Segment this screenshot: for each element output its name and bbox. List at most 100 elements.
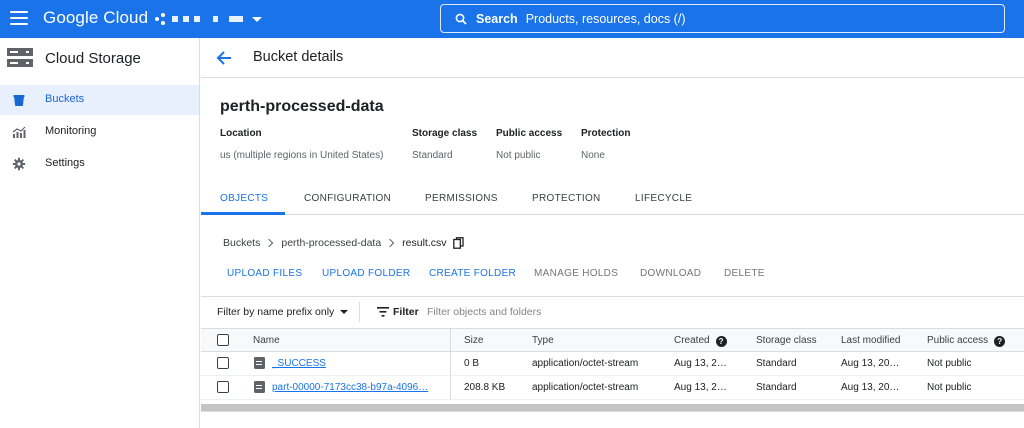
divider	[359, 302, 360, 322]
object-name-link[interactable]: part-00000-7173cc38-b97a-4096…	[272, 382, 442, 393]
bucket-name: perth-processed-data	[220, 98, 384, 115]
main-content: Bucket details perth-processed-data Loca…	[201, 38, 1024, 428]
chevron-right-icon	[385, 238, 395, 248]
sidebar-item-label: Monitoring	[45, 125, 97, 137]
product-title: Cloud Storage	[45, 49, 141, 67]
upload-files-button[interactable]: UPLOAD FILES	[227, 268, 302, 279]
filter-icon	[377, 307, 389, 317]
column-header-storage-class[interactable]: Storage class	[756, 335, 817, 346]
table-header: Name Size Type Created? Storage class La…	[201, 328, 1024, 352]
file-icon	[254, 381, 265, 393]
copy-icon[interactable]	[452, 237, 464, 249]
meta-public-access: Public access Not public	[496, 128, 562, 161]
chevron-down-icon	[252, 16, 262, 22]
main-menu-icon[interactable]	[10, 11, 28, 25]
help-icon[interactable]: ?	[994, 336, 1006, 347]
sidebar-item-label: Buckets	[45, 93, 85, 105]
object-storage-class: Standard	[756, 382, 797, 393]
column-header-created[interactable]: Created?	[674, 335, 727, 347]
meta-value: us (multiple regions in United States)	[220, 150, 384, 161]
column-header-last-modified[interactable]: Last modified	[841, 335, 900, 346]
table-row: part-00000-7173cc38-b97a-4096… 208.8 KB …	[201, 376, 1024, 400]
help-icon[interactable]: ?	[715, 336, 727, 347]
objects-table: Name Size Type Created? Storage class La…	[201, 328, 1024, 400]
project-picker[interactable]	[155, 10, 262, 28]
object-created: Aug 13, 2…	[674, 382, 727, 393]
column-divider	[450, 329, 451, 351]
select-all-checkbox[interactable]	[217, 334, 229, 346]
object-name-link[interactable]: _SUCCESS	[272, 358, 326, 369]
search-label: Search	[476, 11, 518, 26]
column-header-public-access-label: Public access	[927, 335, 989, 346]
meta-key: Public access	[496, 128, 563, 139]
object-type: application/octet-stream	[532, 358, 639, 369]
meta-value: None	[581, 150, 605, 161]
row-checkbox[interactable]	[217, 357, 229, 369]
table-row: _SUCCESS 0 B application/octet-stream Au…	[201, 352, 1024, 376]
sidebar-item-label: Settings	[45, 157, 85, 169]
sidebar-item-monitoring[interactable]: Monitoring	[0, 117, 199, 147]
upload-folder-button[interactable]: UPLOAD FOLDER	[322, 268, 410, 279]
left-navigation: Cloud Storage Buckets Monitoring Setting…	[0, 38, 200, 428]
filter-label: Filter	[393, 306, 419, 318]
search-placeholder: Products, resources, docs (/)	[525, 11, 686, 26]
breadcrumb-buckets[interactable]: Buckets	[223, 237, 260, 249]
column-header-size[interactable]: Size	[464, 335, 483, 346]
project-icon	[155, 13, 167, 25]
tab-configuration[interactable]: CONFIGURATION	[304, 193, 391, 204]
tab-lifecycle[interactable]: LIFECYCLE	[635, 193, 692, 204]
column-header-public-access[interactable]: Public access?	[927, 335, 1006, 347]
breadcrumb: Buckets perth-processed-data result.csv	[223, 237, 464, 249]
prefix-filter-dropdown[interactable]: Filter by name prefix only	[217, 306, 349, 318]
filter-bar: Filter by name prefix only Filter	[201, 296, 1024, 326]
column-header-name[interactable]: Name	[253, 335, 280, 346]
dropdown-arrow-icon	[340, 310, 349, 314]
filter-input[interactable]	[427, 303, 727, 321]
object-actions-toolbar: UPLOAD FILES UPLOAD FOLDER CREATE FOLDER…	[201, 268, 1024, 288]
column-divider	[450, 352, 451, 375]
column-header-type[interactable]: Type	[532, 335, 554, 346]
chevron-right-icon	[265, 238, 274, 248]
row-checkbox[interactable]	[217, 381, 229, 393]
object-size: 0 B	[464, 358, 480, 369]
search-bar[interactable]: Search Products, resources, docs (/)	[440, 4, 1005, 33]
top-app-bar: Google Cloud Search Products, resources,…	[0, 0, 1024, 38]
meta-key: Storage class	[412, 128, 478, 139]
breadcrumb-bucket[interactable]: perth-processed-data	[281, 237, 381, 249]
create-folder-button[interactable]: CREATE FOLDER	[429, 268, 516, 279]
column-divider	[450, 376, 451, 399]
monitoring-chart-icon	[12, 126, 26, 138]
tab-protection[interactable]: PROTECTION	[532, 193, 601, 204]
download-button[interactable]: DOWNLOAD	[640, 268, 701, 279]
sidebar-item-settings[interactable]: Settings	[0, 149, 199, 179]
google-cloud-logo[interactable]: Google Cloud	[43, 8, 148, 28]
prefix-filter-label: Filter by name prefix only	[217, 306, 335, 318]
search-icon	[455, 13, 467, 25]
meta-storage-class: Storage class Standard	[412, 128, 477, 161]
meta-location: Location us (multiple regions in United …	[220, 128, 383, 161]
page-header: Bucket details	[201, 38, 1024, 78]
object-public-access: Not public	[927, 382, 972, 393]
tab-objects[interactable]: OBJECTS	[220, 193, 268, 204]
tab-permissions[interactable]: PERMISSIONS	[425, 193, 498, 204]
delete-button[interactable]: DELETE	[724, 268, 765, 279]
meta-protection: Protection None	[581, 128, 630, 161]
sidebar-item-buckets[interactable]: Buckets	[0, 85, 199, 115]
object-size: 208.8 KB	[464, 382, 506, 393]
active-tab-indicator	[201, 212, 285, 215]
meta-value: Standard	[412, 150, 453, 161]
column-header-created-label: Created	[674, 335, 710, 346]
meta-key: Location	[220, 128, 262, 139]
meta-value: Not public	[496, 150, 541, 161]
horizontal-scrollbar[interactable]	[201, 404, 1024, 411]
manage-holds-button[interactable]: MANAGE HOLDS	[534, 268, 618, 279]
back-arrow-icon[interactable]	[215, 49, 233, 67]
object-public-access: Not public	[927, 358, 972, 369]
scrollbar-track	[201, 411, 1024, 412]
product-header: Cloud Storage	[0, 38, 199, 78]
bucket-icon	[13, 95, 25, 106]
breadcrumb-current: result.csv	[402, 237, 447, 249]
object-created: Aug 13, 2…	[674, 358, 727, 369]
file-icon	[254, 357, 265, 369]
object-type: application/octet-stream	[532, 382, 639, 393]
